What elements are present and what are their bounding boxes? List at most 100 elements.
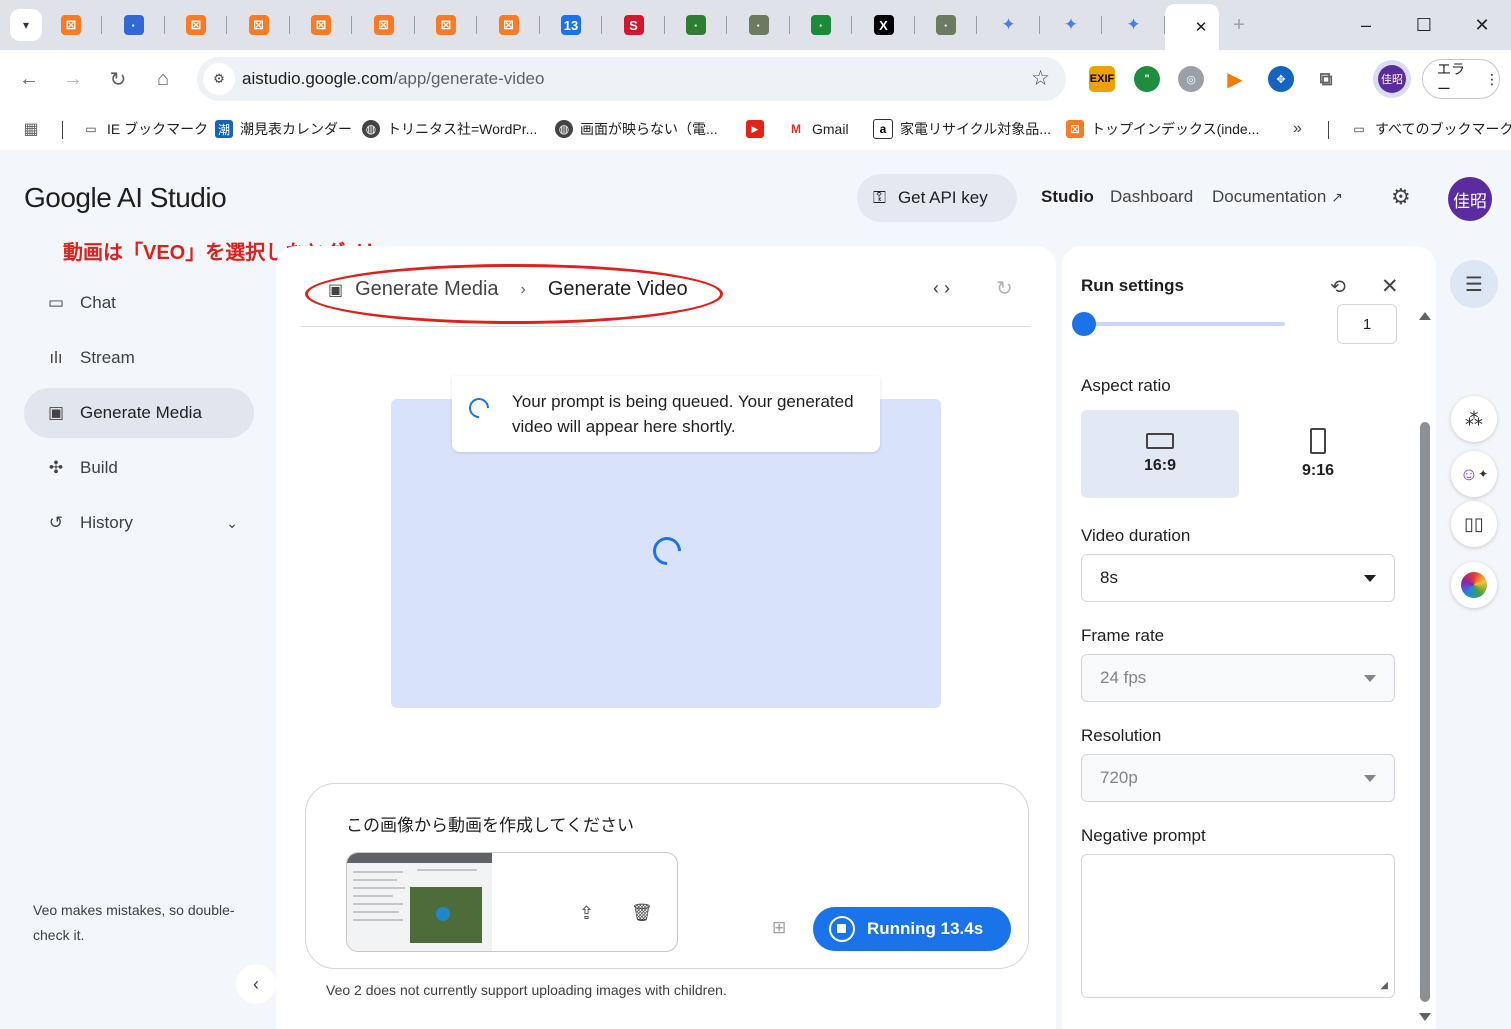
resize-grip-icon[interactable]: ◢: [1380, 980, 1388, 991]
address-bar[interactable]: ⚙ aistudio.google.com/app/generate-video…: [197, 57, 1066, 101]
bookmark-topindex[interactable]: ⊠ トップインデックス(inde...: [1066, 117, 1259, 141]
app-logo[interactable]: Google AI Studio: [24, 182, 227, 214]
bookmark-amazon[interactable]: a 家電リサイクル対象品...: [873, 117, 1051, 141]
active-tab[interactable]: ✕: [1165, 4, 1219, 50]
aspect-9-16-option[interactable]: 9:16: [1239, 410, 1397, 498]
bookmark-star-icon[interactable]: ☆: [1031, 66, 1050, 91]
ai-studio-page: Google AI Studio ⚿ Get API key Studio Da…: [0, 150, 1511, 1029]
apps-grid-icon[interactable]: ▦: [22, 117, 40, 141]
bookmark-tide[interactable]: 潮潮見表カレンダー: [215, 117, 352, 141]
browser-tab[interactable]: ⊠: [290, 8, 352, 42]
sidebar-item-chat[interactable]: ▭ Chat: [24, 278, 254, 328]
browser-tab[interactable]: ·: [103, 8, 165, 42]
get-api-key-button[interactable]: ⚿ Get API key: [857, 174, 1017, 222]
apps-icon[interactable]: ⁂: [1451, 396, 1497, 442]
browser-tab[interactable]: ⊠: [228, 8, 290, 42]
add-image-icon[interactable]: ⊞: [772, 918, 786, 938]
browser-tab[interactable]: ✦: [978, 8, 1040, 42]
browser-tab[interactable]: ⊠: [415, 8, 477, 42]
color-wheel-icon[interactable]: [1451, 562, 1497, 608]
site-info-icon[interactable]: ⚙: [203, 63, 235, 95]
reset-settings-icon[interactable]: ⟲: [1330, 276, 1346, 299]
browser-tab[interactable]: ⊠: [353, 8, 415, 42]
play-extension-icon[interactable]: ▶: [1222, 66, 1248, 92]
sidebar-item-build[interactable]: ✣ Build: [24, 443, 254, 493]
negative-prompt-textarea[interactable]: ◢: [1081, 854, 1395, 998]
reload-icon[interactable]: ↻: [103, 64, 133, 94]
sidebar-item-generate-media[interactable]: ▣ Generate Media: [24, 388, 254, 438]
page-icon: ·: [748, 15, 769, 35]
bookmark-ie[interactable]: ▭ IE ブックマーク: [82, 117, 208, 141]
tune-settings-icon[interactable]: ☰: [1450, 260, 1498, 308]
slider-handle[interactable]: [1072, 312, 1096, 336]
assistant-sparkle-icon[interactable]: ☺ ✦: [1451, 451, 1497, 497]
prompt-input[interactable]: この画像から動画を作成してください: [346, 811, 634, 836]
browser-tab[interactable]: ·: [665, 8, 727, 42]
aspect-16-9-option[interactable]: 16:9: [1081, 410, 1239, 498]
video-duration-select[interactable]: 8s: [1081, 554, 1395, 602]
settings-gear-icon[interactable]: ⚙: [1391, 184, 1411, 210]
bookmark-trinitas[interactable]: ◍ トリニタス社=WordPr...: [362, 117, 537, 141]
sidebar-item-stream[interactable]: ılı Stream: [24, 333, 254, 383]
close-icon[interactable]: ✕: [1381, 274, 1399, 299]
new-tab-button[interactable]: +: [1221, 8, 1257, 42]
nav-studio[interactable]: Studio: [1041, 187, 1094, 207]
breadcrumb-generate-media[interactable]: Generate Media: [355, 278, 498, 301]
upload-icon[interactable]: ⇪: [579, 903, 594, 924]
browser-tab[interactable]: X: [853, 8, 915, 42]
collapse-sidebar-button[interactable]: ‹: [236, 964, 276, 1004]
frame-rate-select[interactable]: 24 fps: [1081, 654, 1395, 702]
browser-tab[interactable]: ·: [915, 8, 977, 42]
extensions-puzzle-icon[interactable]: ⧉: [1313, 66, 1339, 92]
close-window-button[interactable]: ✕: [1453, 0, 1511, 50]
maximize-button[interactable]: ☐: [1395, 0, 1453, 50]
rss-extension-icon[interactable]: ◎: [1178, 66, 1204, 92]
nav-documentation[interactable]: Documentation ↗: [1212, 187, 1343, 207]
delete-icon[interactable]: 🗑: [631, 903, 653, 923]
scroll-up-arrow[interactable]: [1419, 312, 1431, 320]
scrollbar-thumb[interactable]: [1420, 422, 1430, 1002]
url-text[interactable]: aistudio.google.com/app/generate-video: [242, 69, 544, 89]
browser-tab[interactable]: ⊠: [40, 8, 102, 42]
error-menu-button[interactable]: エラー ⋮: [1422, 59, 1500, 99]
all-bookmarks[interactable]: ▭ すべてのブックマーク: [1350, 117, 1511, 141]
home-icon[interactable]: ⌂: [148, 64, 178, 94]
gmail-icon: M: [791, 122, 801, 136]
browser-tab[interactable]: ⊠: [165, 8, 227, 42]
back-icon[interactable]: ←: [14, 64, 44, 94]
reading-book-icon[interactable]: ▯▯: [1451, 501, 1497, 547]
calendar-icon: 13: [561, 15, 581, 35]
more-bookmarks-icon[interactable]: »: [1293, 117, 1302, 141]
bookmark-gmail[interactable]: M Gmail: [787, 117, 849, 141]
game-extension-icon[interactable]: ✥: [1268, 66, 1294, 92]
browser-tab[interactable]: ⊠: [478, 8, 540, 42]
minimize-button[interactable]: –: [1337, 0, 1395, 50]
globe-icon: ◍: [555, 120, 573, 138]
browser-tab[interactable]: ✦: [1103, 8, 1165, 42]
scroll-down-arrow[interactable]: [1419, 1013, 1431, 1021]
forward-icon[interactable]: →: [58, 64, 88, 94]
run-settings-panel: Run settings ⟲ ✕ 1 Aspect ratio 16:9 9:1…: [1062, 246, 1436, 1029]
output-count-input[interactable]: 1: [1337, 304, 1397, 344]
sidebar-item-history[interactable]: ↺ History ⌄: [24, 498, 254, 548]
nav-dashboard[interactable]: Dashboard: [1110, 187, 1193, 207]
refresh-icon[interactable]: ↻: [996, 276, 1013, 301]
avatar[interactable]: 佳昭: [1448, 177, 1492, 221]
quote-extension-icon[interactable]: ": [1134, 66, 1160, 92]
exif-extension-icon[interactable]: EXIF: [1089, 66, 1115, 92]
output-count-slider[interactable]: [1085, 322, 1285, 326]
bookmark-youtube[interactable]: ▶: [746, 117, 764, 141]
browser-tab[interactable]: ✦: [1040, 8, 1102, 42]
queue-message: Your prompt is being queued. Your genera…: [512, 392, 854, 436]
run-button[interactable]: Running 13.4s: [813, 907, 1011, 951]
browser-tab[interactable]: S: [603, 8, 665, 42]
tab-search-button[interactable]: ▾: [10, 9, 42, 41]
profile-button[interactable]: 佳昭: [1373, 60, 1411, 98]
browser-tab[interactable]: 13: [540, 8, 602, 42]
browser-tab[interactable]: ·: [728, 8, 790, 42]
get-code-icon[interactable]: ‹ ›: [933, 278, 950, 299]
browser-tab[interactable]: ·: [790, 8, 852, 42]
bookmark-screen[interactable]: ◍ 画面が映らない（電...: [555, 117, 718, 141]
resolution-select[interactable]: 720p: [1081, 754, 1395, 802]
close-tab-icon[interactable]: ✕: [1195, 18, 1208, 36]
